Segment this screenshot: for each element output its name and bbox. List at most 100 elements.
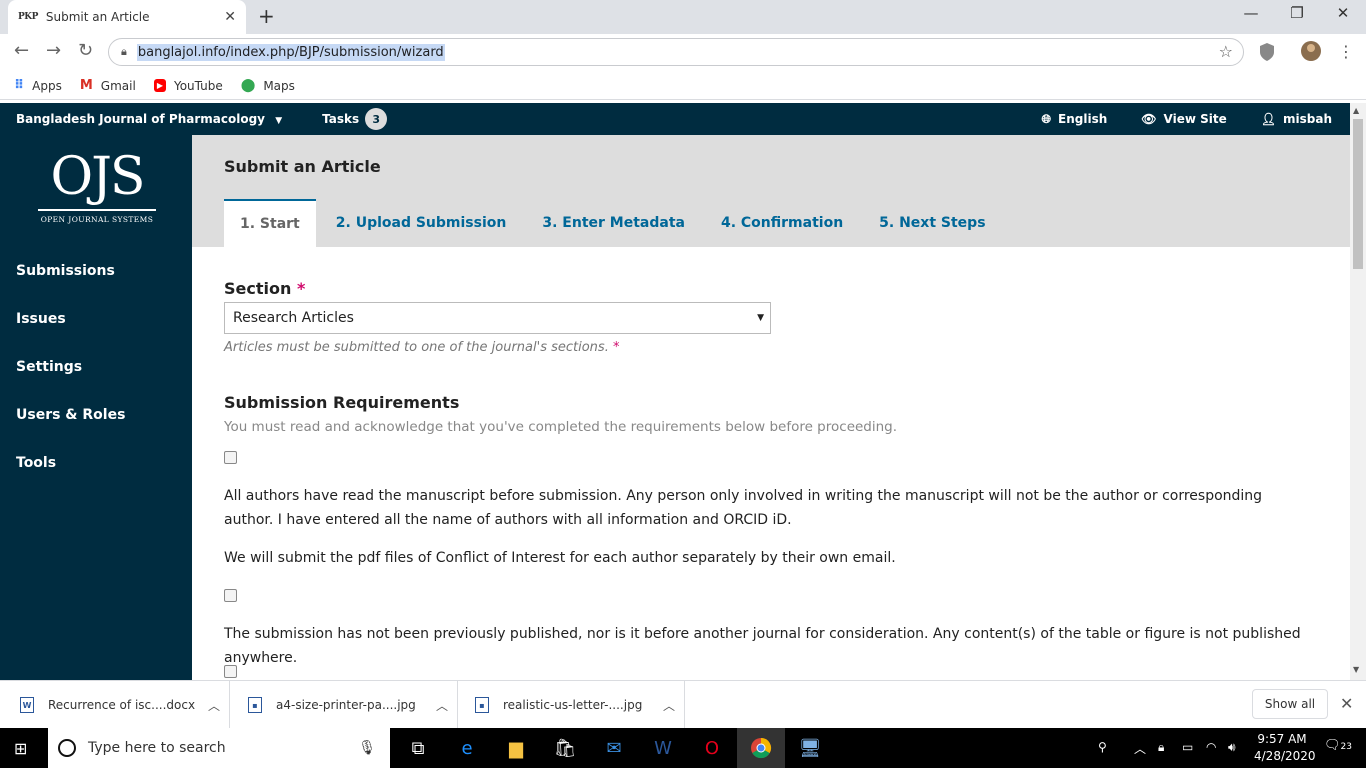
tab-enter-metadata[interactable]: 3. Enter Metadata (526, 199, 701, 247)
notifications-icon[interactable]: 🗨︎23 (1324, 738, 1352, 753)
search-icon (58, 739, 76, 757)
task-view-icon[interactable]: ⧉ (394, 728, 442, 768)
main-content: Submit an Article 1. Start 2. Upload Sub… (192, 135, 1350, 680)
apps-grid-icon: ⠿ (14, 78, 25, 93)
address-bar[interactable]: 🔒︎ banglajol.info/index.php/BJP/submissi… (108, 38, 1244, 66)
scroll-up-icon[interactable]: ▲ (1353, 106, 1359, 115)
view-site-link[interactable]: 👁︎ View Site (1141, 112, 1226, 126)
bookmark-youtube[interactable]: ▶ YouTube (153, 79, 223, 93)
restore-icon[interactable]: ❐ (1274, 4, 1320, 22)
requirement-text-2: The submission has not been previously p… (224, 626, 1301, 666)
tab-start[interactable]: 1. Start (224, 199, 316, 247)
chevron-up-icon[interactable]: ︿ (1134, 740, 1146, 757)
chevron-up-icon[interactable]: ︿ (208, 697, 220, 714)
required-mark: * (612, 340, 620, 355)
header-right: 🌐︎ English 👁︎ View Site 👤︎ misbah (1007, 112, 1332, 127)
section-select[interactable]: Research Articles ▼ (224, 302, 771, 334)
chevron-up-icon[interactable]: ︿ (663, 697, 675, 714)
sidebar-item-tools[interactable]: Tools (16, 455, 56, 471)
page-scrollbar[interactable]: ▲ ▼ (1350, 103, 1366, 680)
bookmarks-bar: ⠿ Apps M Gmail ▶ YouTube ⬤ Maps (0, 72, 1366, 100)
scroll-down-icon[interactable]: ▼ (1353, 665, 1359, 674)
url-text[interactable]: banglajol.info/index.php/BJP/submission/… (136, 43, 445, 61)
bookmark-apps[interactable]: ⠿ Apps (14, 78, 62, 93)
journal-switcher[interactable]: Bangladesh Journal of Pharmacology ▼ (16, 112, 282, 126)
tasks-count-badge: 3 (365, 108, 388, 130)
language-button[interactable]: 🌐︎ English (1041, 112, 1107, 127)
sidebar-item-settings[interactable]: Settings (16, 359, 82, 375)
notification-count: 23 (1340, 742, 1352, 752)
requirements-title: Submission Requirements (224, 393, 460, 412)
requirement-checkbox-2[interactable] (224, 589, 237, 602)
app-header: Bangladesh Journal of Pharmacology ▼ Tas… (0, 103, 1350, 135)
microphone-icon[interactable]: 🎙︎ (358, 740, 376, 756)
logo-text: OPEN JOURNAL SYSTEMS (40, 215, 154, 224)
sidebar: OJS OPEN JOURNAL SYSTEMS Submissions Iss… (0, 135, 192, 680)
back-icon[interactable]: ← (14, 40, 29, 61)
menu-dots-icon[interactable]: ⋮ (1338, 42, 1354, 61)
shield-extension-icon[interactable] (1258, 42, 1276, 62)
tab-confirmation[interactable]: 4. Confirmation (705, 199, 859, 247)
globe-icon: 🌐︎ (1041, 111, 1052, 126)
tab-upload-submission[interactable]: 2. Upload Submission (320, 199, 523, 247)
language-label: English (1058, 112, 1108, 126)
gmail-icon: M (79, 78, 93, 93)
taskbar-search[interactable]: Type here to search 🎙︎ (48, 728, 390, 768)
bookmark-maps[interactable]: ⬤ Maps (241, 78, 295, 93)
scroll-thumb[interactable] (1353, 119, 1363, 269)
wifi-icon[interactable]: ◠ (1206, 740, 1216, 754)
tasks-button[interactable]: Tasks 3 (322, 108, 388, 130)
bookmark-label: Apps (32, 78, 62, 93)
minimize-icon[interactable]: — (1228, 4, 1274, 22)
youtube-icon: ▶ (153, 79, 166, 92)
user-menu[interactable]: 👤︎ misbah (1261, 112, 1332, 126)
bookmark-star-icon[interactable]: ☆ (1219, 42, 1233, 61)
requirement-checkbox-3[interactable] (224, 665, 237, 678)
system-clock[interactable]: 9:57 AM 4/28/2020 (1254, 731, 1316, 765)
section-hint: Articles must be submitted to one of the… (224, 340, 1314, 355)
people-icon[interactable]: ⚲ (1098, 740, 1107, 754)
reload-icon[interactable]: ↻ (78, 40, 93, 61)
download-item[interactable]: ▪ a4-size-printer-pa....jpg ︿ (248, 681, 458, 729)
sidebar-item-users-roles[interactable]: Users & Roles (16, 407, 125, 423)
download-filename: realistic-us-letter-....jpg (503, 698, 643, 712)
show-all-button[interactable]: Show all (1252, 689, 1328, 719)
tab-next-steps[interactable]: 5. Next Steps (863, 199, 1001, 247)
sidebar-item-issues[interactable]: Issues (16, 311, 66, 327)
bookmark-label: Maps (263, 78, 295, 93)
edge-icon[interactable]: e (443, 728, 491, 768)
word-file-icon: W (20, 697, 34, 713)
close-icon[interactable]: ✕ (1340, 694, 1353, 713)
word-icon[interactable]: W (639, 728, 687, 768)
battery-icon[interactable]: ▭ (1182, 740, 1193, 754)
download-item[interactable]: W Recurrence of isc....docx ︿ (20, 681, 230, 729)
store-icon[interactable]: 🛍︎ (541, 728, 589, 768)
profile-avatar-icon[interactable] (1300, 40, 1322, 62)
browser-tab-bar: PKP Submit an Article ✕ + — ❐ ✕ (0, 0, 1366, 34)
user-name: misbah (1283, 112, 1332, 126)
requirement-text-1b: We will submit the pdf files of Conflict… (224, 550, 896, 566)
remote-desktop-icon[interactable]: 🖥︎ (786, 728, 834, 768)
windows-start-icon[interactable]: ⊞ (14, 739, 27, 758)
image-file-icon: ▪ (475, 697, 489, 713)
window-close-icon[interactable]: ✕ (1320, 4, 1366, 22)
maps-icon: ⬤ (240, 78, 256, 93)
section-label: Section * (224, 279, 1314, 298)
new-tab-icon[interactable]: + (258, 4, 275, 28)
security-icon[interactable]: 🔒︎ (1158, 740, 1164, 755)
requirement-checkbox-1[interactable] (224, 451, 237, 464)
close-icon[interactable]: ✕ (224, 9, 236, 25)
download-item[interactable]: ▪ realistic-us-letter-....jpg ︿ (475, 681, 685, 729)
chevron-up-icon[interactable]: ︿ (436, 697, 448, 714)
volume-icon[interactable]: 🔊︎ (1228, 740, 1236, 755)
file-explorer-icon[interactable]: ▆ (492, 728, 540, 768)
opera-icon[interactable]: O (688, 728, 736, 768)
sidebar-item-submissions[interactable]: Submissions (16, 263, 115, 279)
ojs-logo[interactable]: OJS OPEN JOURNAL SYSTEMS (38, 151, 156, 224)
mail-icon[interactable]: ✉ (590, 728, 638, 768)
bookmark-gmail[interactable]: M Gmail (80, 78, 136, 93)
chrome-icon[interactable] (737, 728, 785, 768)
forward-icon[interactable]: → (46, 40, 61, 61)
browser-tab[interactable]: PKP Submit an Article ✕ (8, 0, 246, 34)
requirement-text-1: All authors have read the manuscript bef… (224, 488, 1263, 528)
